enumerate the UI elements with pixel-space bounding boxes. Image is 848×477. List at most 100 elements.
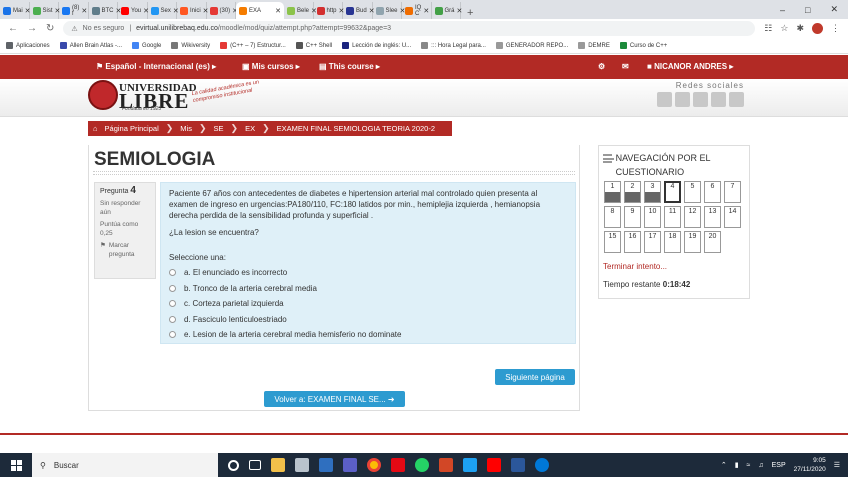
bookmark-item[interactable]: Lección de inglés: U... [342,42,411,49]
browser-tab[interactable]: EXA ✕ [236,2,284,19]
university-logo[interactable]: UNIVERSIDAD LIBRE Fundada en 1923 La cal… [88,79,264,113]
browser-tab[interactable]: Bud ✕ [343,2,375,19]
profile-avatar[interactable] [812,23,823,34]
quiz-nav-button[interactable]: 4 [664,181,681,203]
quiz-nav-button[interactable]: 6 [704,181,721,203]
quiz-nav-button[interactable]: 16 [624,231,641,253]
bookmark-item[interactable]: GENERADOR REPO... [495,42,568,49]
file-explorer-icon[interactable] [271,458,285,472]
this-course-menu[interactable]: ▤ This course ▸ [319,62,380,71]
browser-tab[interactable]: http ✕ [314,2,344,19]
browser-tab[interactable]: Sex ✕ [148,2,179,19]
breadcrumb-ex[interactable]: EX [245,124,255,133]
my-courses-menu[interactable]: ▣ Mis cursos ▸ [242,62,300,71]
notifications-icon[interactable]: ☰ [834,461,840,469]
quiz-nav-button[interactable]: 1 [604,181,621,203]
volume-icon[interactable]: ♫ [758,462,763,469]
netflix-icon[interactable] [391,458,405,472]
browser-tab[interactable]: Inici ✕ [177,2,209,19]
answer-option[interactable]: b. Tronco de la arteria cerebral media [169,283,567,294]
clock[interactable]: 9:05 27/11/2020 [794,456,826,474]
whatsapp-icon[interactable] [415,458,429,472]
twitter-icon[interactable] [657,92,672,107]
answer-option[interactable]: a. El enunciado es incorrecto [169,267,567,278]
quiz-nav-button[interactable]: 10 [644,206,661,228]
tab-close-icon[interactable]: ✕ [423,7,429,15]
settings-icon[interactable]: ⚙ [598,62,605,71]
quiz-nav-button[interactable]: 8 [604,206,621,228]
battery-icon[interactable]: ▮ [735,461,739,469]
quiz-nav-button[interactable]: 14 [724,206,741,228]
close-window-icon[interactable]: ✕ [830,4,838,15]
store-icon[interactable] [295,458,309,472]
extensions-icon[interactable]: ✱ [796,23,804,34]
back-arrow-icon[interactable]: ← [8,23,18,34]
quiz-nav-button[interactable]: 18 [664,231,681,253]
tray-chevron-icon[interactable]: ⌃ [721,461,727,469]
quiz-nav-button[interactable]: 9 [624,206,641,228]
quiz-nav-button[interactable]: 19 [684,231,701,253]
browser-tab[interactable]: Sist ✕ [30,2,60,19]
forward-arrow-icon[interactable]: → [27,23,37,34]
bookmark-item[interactable]: Wikiversity [171,42,210,49]
bookmark-item[interactable]: ::: Hora Legal para... [421,42,486,49]
tab-close-icon[interactable]: ✕ [275,7,281,15]
youtube-icon[interactable] [693,92,708,107]
quiz-nav-button[interactable]: 3 [644,181,661,203]
instagram-icon[interactable] [711,92,726,107]
quiz-nav-button[interactable]: 11 [664,206,681,228]
facebook-icon[interactable] [675,92,690,107]
new-tab-button[interactable]: + [461,7,479,19]
tab-close-icon[interactable]: ✕ [81,7,87,15]
quiz-nav-button[interactable]: 2 [624,181,641,203]
bookmark-star-icon[interactable]: ☆ [780,23,788,34]
browser-tab[interactable]: You ✕ [118,2,149,19]
word-icon[interactable] [511,458,525,472]
browser-tab[interactable]: Slee ✕ [373,2,405,19]
flag-question[interactable]: ⚑ Marcar pregunta [100,241,150,259]
answer-option[interactable]: e. Lesion de la arteria cerebral media h… [169,329,567,340]
cortana-icon[interactable] [228,459,239,471]
quiz-nav-button[interactable]: 12 [684,206,701,228]
answer-radio[interactable] [169,315,176,323]
edge-icon[interactable] [535,458,549,472]
quiz-nav-button[interactable]: 17 [644,231,661,253]
bookmark-item[interactable]: (C++ – 7) Estructur... [220,42,286,49]
bookmark-item[interactable]: Google [132,42,161,49]
language-menu[interactable]: ⚑ Español - Internacional (es) ▸ [96,62,216,71]
breadcrumb-exam[interactable]: EXAMEN FINAL SEMIOLOGIA TEORIA 2020-2 [277,124,435,133]
back-to-exam-button[interactable]: Volver a: EXAMEN FINAL SE... ➜ [264,391,405,407]
browser-tab[interactable]: Bele ✕ [284,2,317,19]
quiz-nav-button[interactable]: 20 [704,231,721,253]
bookmark-item[interactable]: Curso de C++ [619,42,667,49]
quiz-nav-button[interactable]: 13 [704,206,721,228]
calendar-icon[interactable] [319,458,333,472]
quiz-nav-button[interactable]: 5 [684,181,701,203]
quiz-nav-button[interactable]: 7 [724,181,741,203]
chrome-icon[interactable] [367,458,381,472]
quiz-nav-button[interactable]: 15 [604,231,621,253]
answer-radio[interactable] [169,300,176,308]
task-view-icon[interactable] [249,460,261,470]
minimize-icon[interactable]: – [780,5,785,15]
browser-tab[interactable]: IQ C ✕ [402,2,432,19]
breadcrumb-home[interactable]: Página Principal [105,124,159,133]
browser-tab[interactable]: (30)✕ [207,2,238,19]
reload-icon[interactable]: ↻ [46,23,54,34]
browser-tab[interactable]: (8) f ✕ [59,2,89,19]
messages-icon[interactable]: ✉ [622,62,629,71]
translate-icon[interactable]: ☷ [764,23,772,34]
answer-option[interactable]: c. Corteza parietal izquierda [169,298,567,309]
bookmark-item[interactable]: DEMRE [578,42,610,49]
answer-radio[interactable] [169,330,176,338]
powerpoint-icon[interactable] [439,458,453,472]
browser-tab[interactable]: BTC ✕ [89,2,121,19]
language-indicator[interactable]: ESP [772,462,786,469]
answer-radio[interactable] [169,269,176,277]
user-menu[interactable]: ■ NICANOR ANDRES ▸ [647,62,733,71]
teams-icon[interactable] [343,458,357,472]
url-bar[interactable]: ⚠ No es seguro | evirtual.unilibrebaq.ed… [63,21,756,36]
taskbar-search[interactable]: ⚲ Buscar [32,453,218,477]
next-page-button[interactable]: Siguiente página [495,369,575,385]
answer-option[interactable]: d. Fasciculo lenticuloestriado [169,314,567,325]
